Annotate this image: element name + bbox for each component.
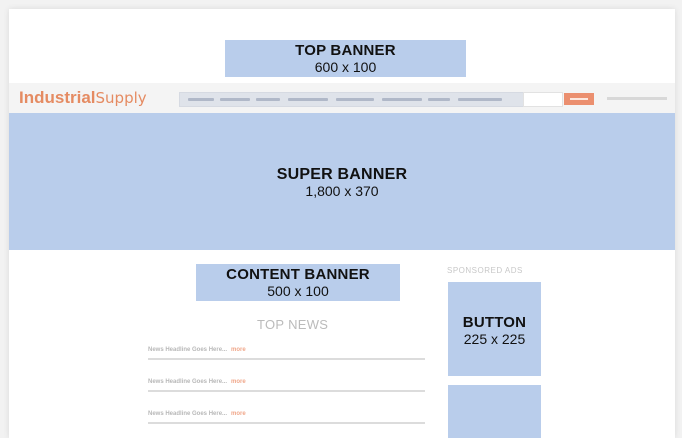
nav-item[interactable] [288,98,328,101]
nav-item[interactable] [220,98,250,101]
top-banner-ad: TOP BANNER 600 x 100 [225,40,466,77]
super-banner-ad: SUPER BANNER 1,800 x 370 [9,113,675,250]
header-links[interactable] [607,97,667,100]
news-headline[interactable]: News Headline Goes Here... [148,411,227,417]
search-input[interactable] [523,92,563,107]
news-item: News Headline Goes Here... more [148,347,438,360]
page-mockup: TOP BANNER 600 x 100 IndustrialSupply SU… [9,9,675,438]
super-banner-title: SUPER BANNER [276,166,408,183]
news-excerpt [148,422,425,424]
news-more-link[interactable]: more [231,379,246,385]
nav-item[interactable] [188,98,214,101]
content-banner-size: 500 x 100 [267,283,329,299]
news-headline[interactable]: News Headline Goes Here... [148,379,227,385]
site-logo[interactable]: IndustrialSupply [19,88,147,108]
button-ad-size: 225 x 225 [463,331,526,347]
site-header: IndustrialSupply [9,83,675,114]
top-banner-size: 600 x 100 [314,59,377,75]
nav-item[interactable] [336,98,374,101]
news-excerpt [148,358,425,360]
nav-item[interactable] [382,98,422,101]
news-item: News Headline Goes Here... more [148,379,438,392]
news-headline[interactable]: News Headline Goes Here... [148,347,227,353]
super-banner-size: 1,800 x 370 [305,183,379,199]
button-ad: BUTTON 225 x 225 [448,282,541,376]
top-news-heading: TOP NEWS [257,317,329,332]
logo-bold-text: Industrial [19,88,96,107]
top-banner-title: TOP BANNER [295,42,396,59]
nav-item[interactable] [256,98,280,101]
sponsored-ads-heading: SPONSORED ADS [447,266,523,275]
nav-item[interactable] [458,98,502,101]
main-nav [179,92,524,107]
nav-item[interactable] [428,98,450,101]
news-more-link[interactable]: more [231,411,246,417]
news-item: News Headline Goes Here... more [148,411,438,424]
logo-light-text: Supply [95,89,147,107]
button-ad-secondary [448,385,541,438]
news-more-link[interactable]: more [231,347,246,353]
search-button[interactable] [564,93,594,105]
content-banner-title: CONTENT BANNER [226,266,370,283]
news-excerpt [148,390,425,392]
button-ad-title: BUTTON [462,314,527,331]
content-banner-ad: CONTENT BANNER 500 x 100 [196,264,400,301]
